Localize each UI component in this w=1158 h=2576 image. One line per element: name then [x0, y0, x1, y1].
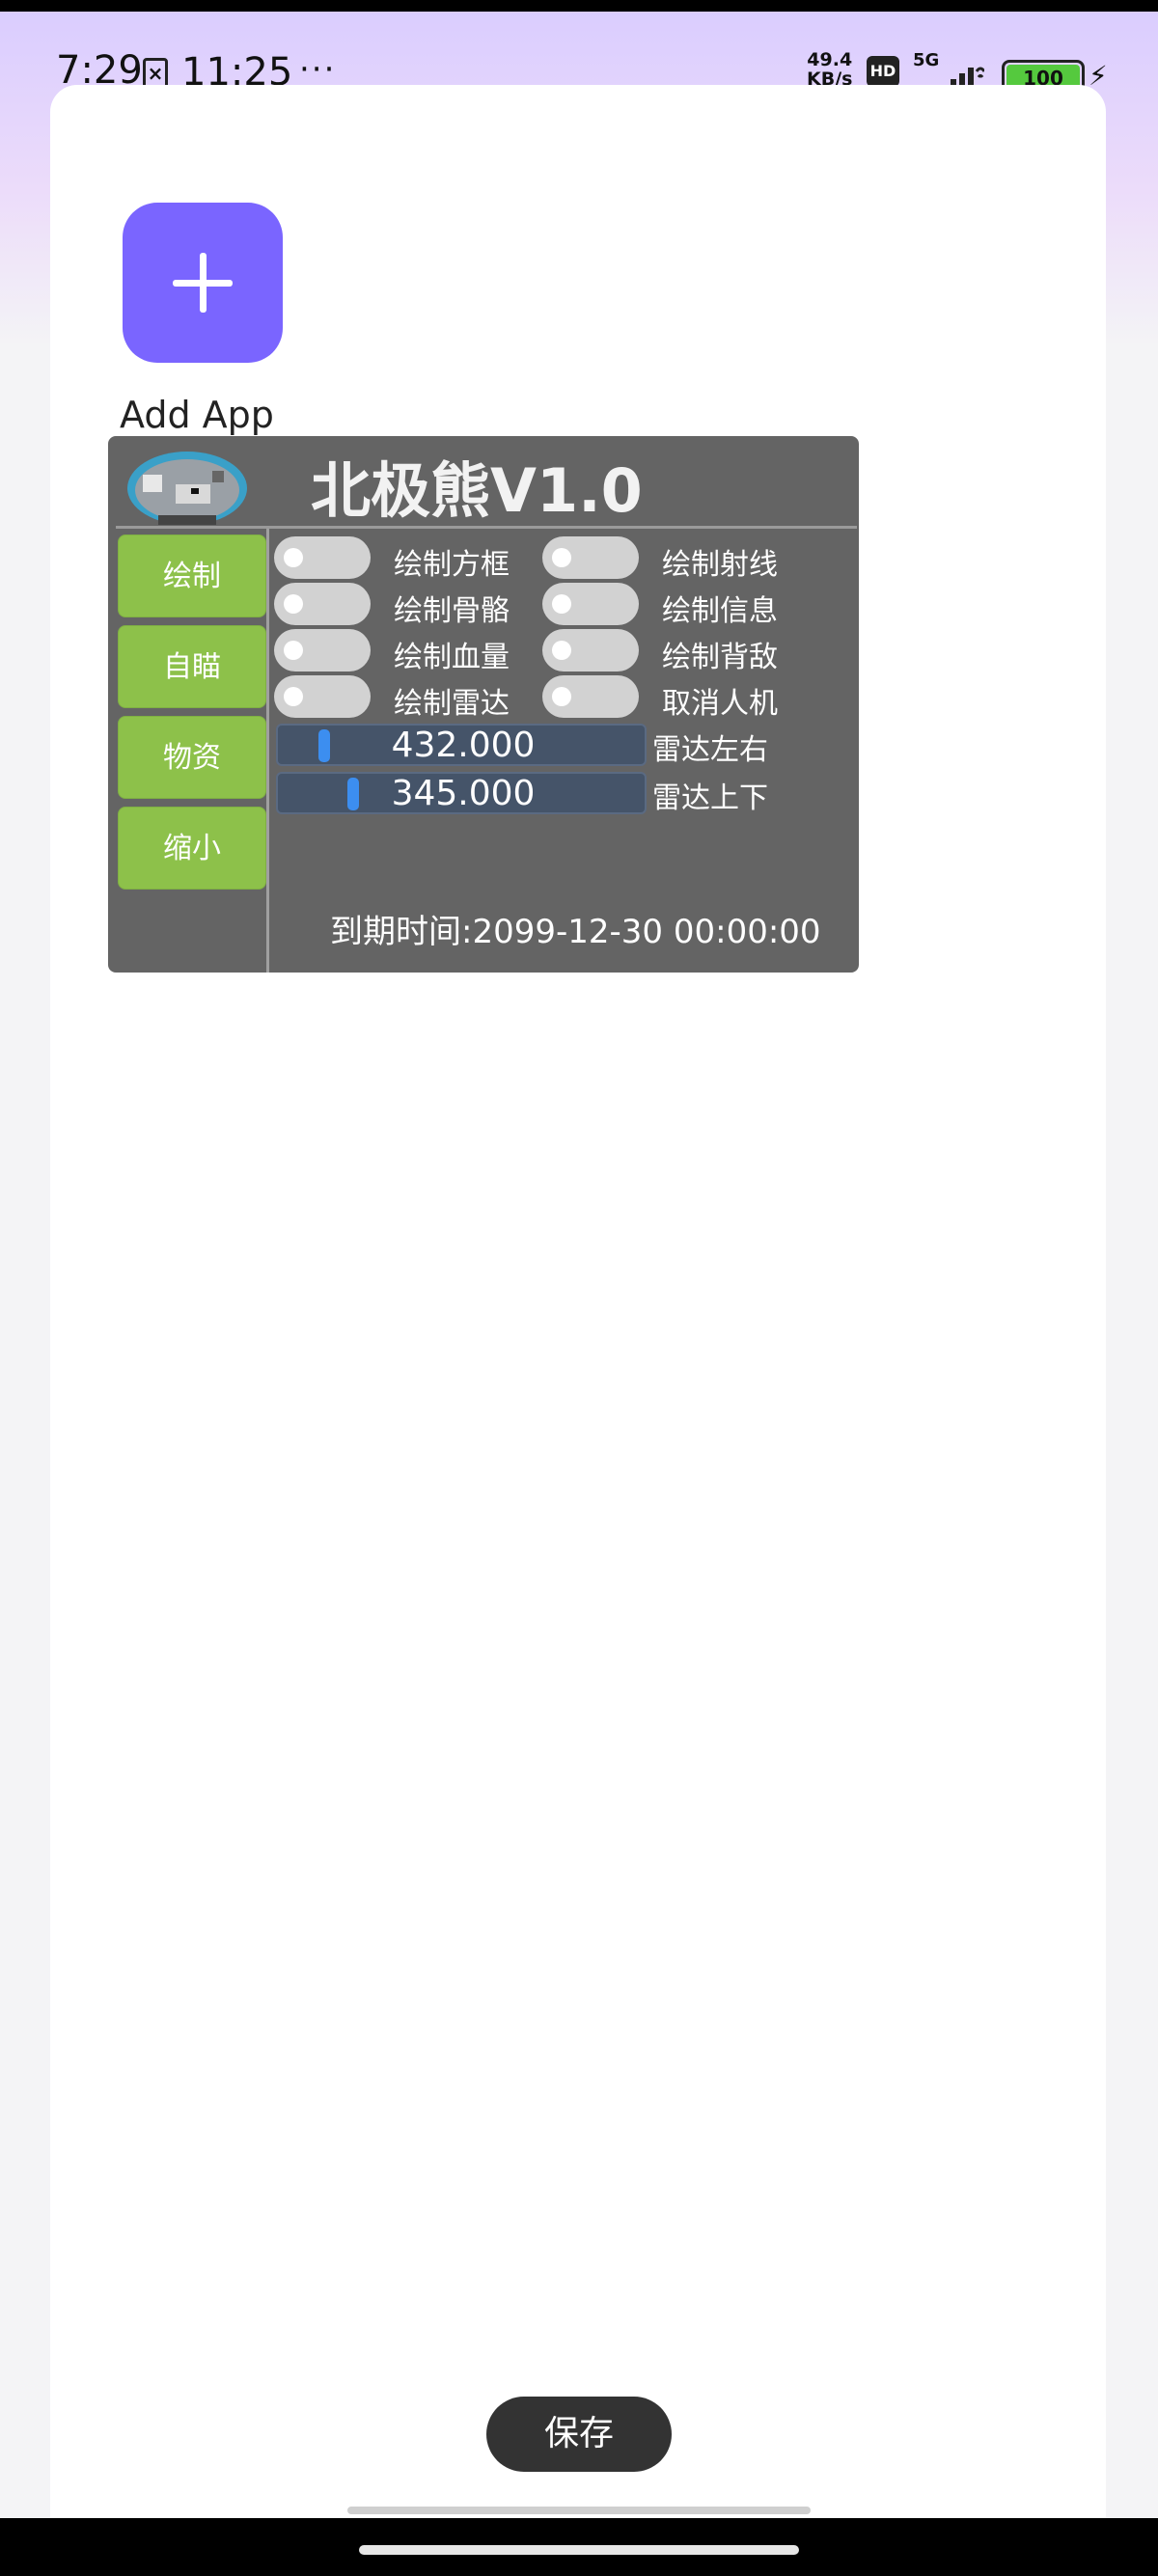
nav-minimize-button[interactable]: 缩小	[118, 807, 266, 890]
add-app-button[interactable]	[123, 203, 283, 363]
network-type: 5G	[913, 50, 940, 70]
option-label-cancel-bots: 取消人机	[662, 687, 778, 721]
plus-icon-vertical	[200, 253, 207, 313]
card-scroll-indicator	[347, 2507, 811, 2514]
option-label-draw-ray: 绘制射线	[662, 548, 778, 582]
menu-header-divider	[116, 526, 857, 529]
radar-vertical-slider[interactable]: 345.000	[276, 772, 647, 814]
save-button[interactable]: 保存	[486, 2397, 672, 2472]
toggle-draw-skeleton[interactable]	[274, 583, 371, 625]
option-label-draw-skeleton: 绘制骨骼	[394, 594, 510, 628]
toggle-knob	[284, 641, 303, 660]
toggle-knob	[552, 687, 571, 706]
top-screen-edge	[0, 0, 1158, 12]
bear-mascot-icon	[127, 452, 247, 525]
toggle-draw-ray[interactable]	[542, 536, 639, 579]
status-bar: 7:29 × 11:25 ··· 49.4 KB/s HD 5G 100 ⚡	[0, 12, 1158, 96]
network-speed: 49.4 KB/s	[807, 50, 852, 89]
toggle-draw-info[interactable]	[542, 583, 639, 625]
floating-menu-panel[interactable]: 北极熊V1.0 绘制 自瞄 物资 缩小 绘制方框 绘制射线 绘制骨骼 绘制信息 …	[108, 436, 859, 973]
toggle-knob	[552, 641, 571, 660]
radar-horizontal-slider[interactable]: 432.000	[276, 724, 647, 766]
nav-items-button[interactable]: 物资	[118, 716, 266, 799]
option-label-draw-box: 绘制方框	[394, 548, 510, 582]
home-gesture-bar[interactable]	[359, 2545, 799, 2555]
option-label-draw-behind-enemy: 绘制背敌	[662, 641, 778, 674]
nav-draw-button[interactable]: 绘制	[118, 534, 266, 617]
toggle-knob	[552, 548, 571, 567]
slider-value: 432.000	[391, 726, 536, 765]
network-speed-value: 49.4	[807, 49, 853, 70]
expiry-time: 到期时间:2099-12-30 00:00:00	[330, 913, 821, 951]
nav-aim-button[interactable]: 自瞄	[118, 625, 266, 708]
menu-title: 北极熊V1.0	[311, 455, 643, 526]
toggle-draw-behind-enemy[interactable]	[542, 629, 639, 671]
toggle-knob	[284, 548, 303, 567]
toggle-knob	[284, 687, 303, 706]
toggle-cancel-bots[interactable]	[542, 675, 639, 718]
menu-sidebar-divider	[266, 529, 269, 973]
charging-bolt-icon: ⚡	[1089, 60, 1108, 92]
option-label-draw-info: 绘制信息	[662, 594, 778, 628]
hd-badge: HD	[867, 56, 899, 87]
slider-value: 345.000	[391, 774, 536, 813]
toggle-knob	[552, 594, 571, 614]
option-label-draw-health: 绘制血量	[394, 641, 510, 674]
toggle-draw-radar[interactable]	[274, 675, 371, 718]
add-app-label: Add App	[120, 394, 274, 436]
option-label-draw-radar: 绘制雷达	[394, 687, 510, 721]
toggle-draw-health[interactable]	[274, 629, 371, 671]
toggle-knob	[284, 594, 303, 614]
toggle-draw-box[interactable]	[274, 536, 371, 579]
radar-horizontal-label: 雷达左右	[652, 733, 768, 767]
radar-vertical-label: 雷达上下	[652, 781, 768, 815]
more-notifications-icon: ···	[299, 50, 337, 89]
